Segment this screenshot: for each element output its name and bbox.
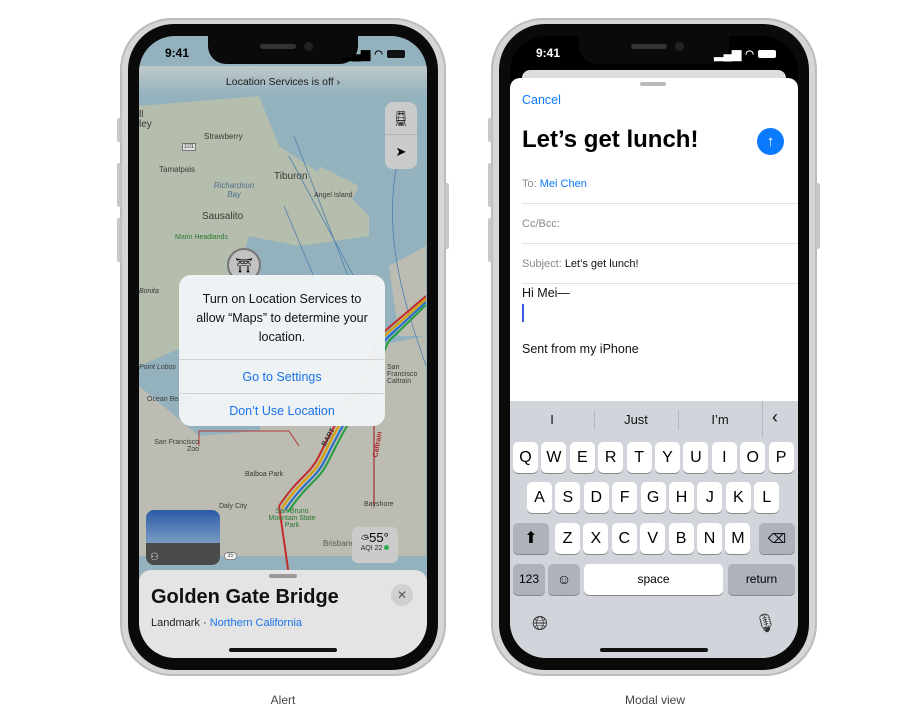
suggestion[interactable]: I: [510, 412, 594, 427]
location-alert: Turn on Location Services to allow “Maps…: [179, 275, 385, 426]
iphone-left: 9:41 ▂▄▆ ◠ Location Services is off › 🚆︎ …: [117, 18, 449, 676]
shift-icon: ⬆: [524, 530, 538, 547]
key-j[interactable]: J: [697, 482, 723, 513]
mail-screen: 9:41 ▂▄▆ ◠ Cancel Let’s get lunch! ↑ To: …: [510, 36, 798, 658]
wifi-icon: ◠: [745, 48, 754, 60]
battery-icon: [387, 50, 405, 58]
key-v[interactable]: V: [640, 523, 666, 554]
backspace-icon: ⌫: [767, 531, 787, 546]
key-g[interactable]: G: [640, 482, 666, 513]
key-c[interactable]: C: [611, 523, 637, 554]
key-y[interactable]: Y: [655, 442, 680, 473]
home-indicator: [229, 648, 337, 652]
place-title: Golden Gate Bridge: [151, 586, 339, 608]
key-x[interactable]: X: [583, 523, 609, 554]
signal-icon: ▂▄▆: [714, 47, 742, 61]
subject-field[interactable]: Subject: Let’s get lunch!: [522, 244, 798, 284]
shift-key[interactable]: ⬆: [513, 523, 549, 554]
suggestion-bar: I Just I’m ‹: [510, 401, 798, 438]
cancel-button[interactable]: Cancel: [522, 93, 561, 107]
key-s[interactable]: S: [555, 482, 581, 513]
key-i[interactable]: I: [711, 442, 737, 473]
space-key[interactable]: space: [584, 564, 723, 595]
key-a[interactable]: A: [527, 482, 552, 513]
key-z[interactable]: Z: [555, 523, 580, 554]
status-bar: 9:41 ▂▄▆ ◠: [139, 46, 427, 62]
go-to-settings-button[interactable]: Go to Settings: [179, 359, 385, 393]
arrow-up-icon: ↑: [766, 133, 775, 150]
keyboard: I Just I’m ‹ QWERTYUIOPASDFGHJKLZXCVBNM …: [510, 401, 798, 658]
maps-screen: 9:41 ▂▄▆ ◠ Location Services is off › 🚆︎ …: [139, 36, 427, 658]
caption-modal-view: Modal view: [624, 693, 686, 707]
key-n[interactable]: N: [697, 523, 722, 554]
key-w[interactable]: W: [541, 442, 567, 473]
key-b[interactable]: B: [668, 523, 694, 554]
key-h[interactable]: H: [669, 482, 694, 513]
emoji-icon: ☺: [556, 571, 572, 587]
region-link[interactable]: Northern California: [210, 617, 302, 629]
to-field[interactable]: To: Mei Chen: [522, 164, 798, 204]
key-d[interactable]: D: [583, 482, 609, 513]
sheet-grabber[interactable]: [640, 82, 666, 86]
suggestion[interactable]: Just: [594, 412, 678, 427]
status-bar: 9:41 ▂▄▆ ◠: [510, 46, 798, 62]
wifi-icon: ◠: [374, 48, 383, 60]
emoji-key[interactable]: ☺: [548, 564, 580, 595]
collapse-chevron-icon[interactable]: ‹: [772, 407, 778, 428]
map-label-highway-35: 35: [224, 552, 237, 560]
home-indicator: [600, 648, 708, 652]
iphone-right: 9:41 ▂▄▆ ◠ Cancel Let’s get lunch! ↑ To: …: [488, 18, 820, 676]
key-o[interactable]: O: [740, 442, 766, 473]
mail-title: Let’s get lunch!: [522, 126, 699, 153]
delete-key[interactable]: ⌫: [759, 523, 795, 554]
key-l[interactable]: L: [754, 482, 780, 513]
signal-icon: ▂▄▆: [343, 47, 371, 61]
key-u[interactable]: U: [683, 442, 709, 473]
close-icon: ✕: [396, 588, 408, 602]
return-key[interactable]: return: [728, 564, 795, 595]
message-body[interactable]: Hi Mei— Sent from my iPhone: [522, 286, 788, 386]
suggestion[interactable]: I’m: [678, 412, 762, 427]
text-cursor: [522, 304, 524, 322]
key-e[interactable]: E: [569, 442, 595, 473]
battery-icon: [758, 50, 776, 58]
close-button[interactable]: ✕: [391, 584, 413, 606]
key-q[interactable]: Q: [513, 442, 538, 473]
caption-alert: Alert: [270, 693, 296, 707]
key-k[interactable]: K: [725, 482, 751, 513]
key-m[interactable]: M: [725, 523, 751, 554]
key-r[interactable]: R: [598, 442, 624, 473]
dont-use-location-button[interactable]: Don’t Use Location: [179, 393, 385, 427]
key-t[interactable]: T: [626, 442, 652, 473]
drag-handle[interactable]: [269, 574, 297, 578]
microphone-icon[interactable]: 🎙︎: [754, 613, 777, 634]
globe-icon[interactable]: 🌐︎: [532, 613, 548, 636]
cc-bcc-field[interactable]: Cc/Bcc:: [522, 204, 798, 244]
place-card[interactable]: Golden Gate Bridge Landmark · Northern C…: [139, 570, 427, 658]
send-button[interactable]: ↑: [757, 128, 784, 155]
key-f[interactable]: F: [612, 482, 638, 513]
numbers-key[interactable]: 123: [513, 564, 545, 595]
key-p[interactable]: P: [768, 442, 794, 473]
